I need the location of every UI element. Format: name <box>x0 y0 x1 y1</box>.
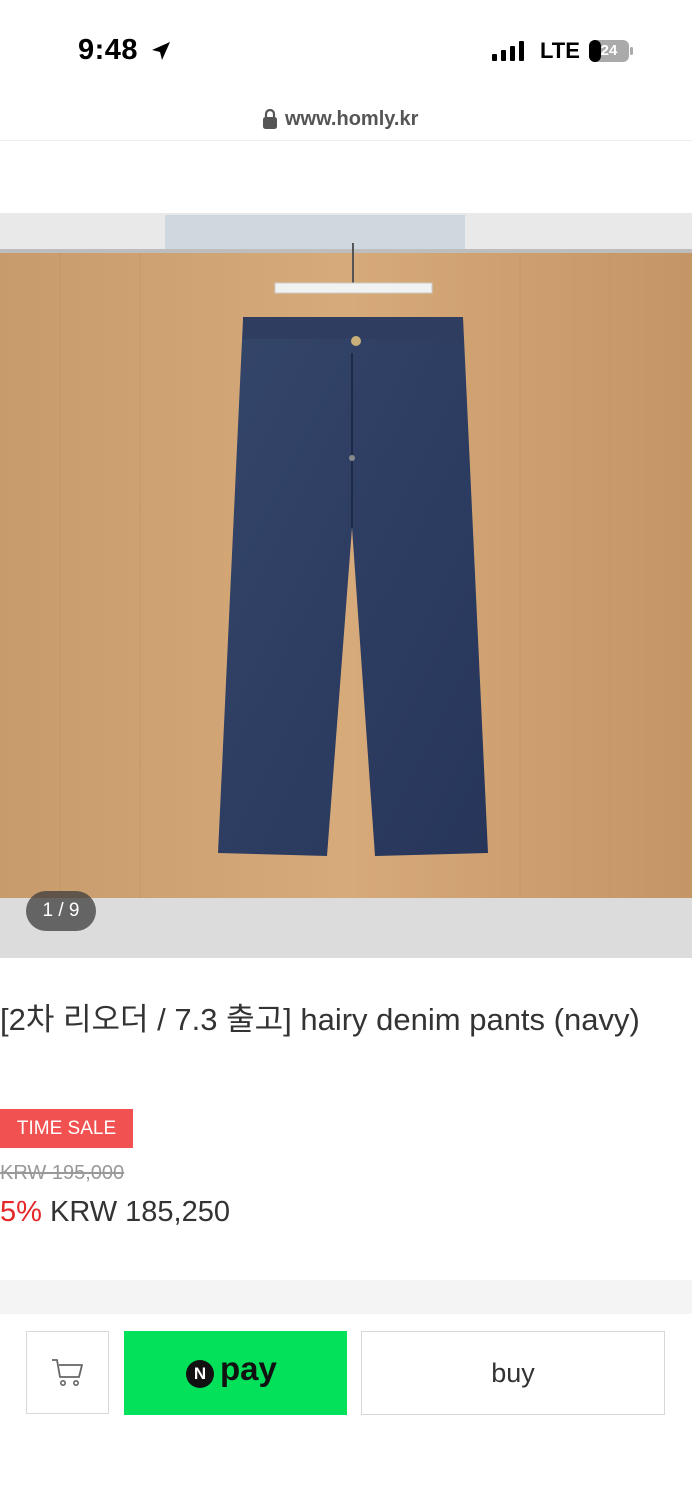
product-image[interactable] <box>0 213 692 958</box>
lock-icon <box>263 108 277 129</box>
status-time: 9:48 <box>78 34 139 66</box>
network-type: LTE <box>540 38 580 63</box>
npay-label: pay <box>220 1350 277 1387</box>
url-text: www.homly.kr <box>285 108 419 130</box>
battery-level: 24 <box>600 42 618 59</box>
npay-logo-icon: N <box>186 1360 214 1388</box>
product-title: [2차 리오더 / 7.3 출고] hairy denim pants (nav… <box>0 1002 640 1037</box>
product-image-graphic <box>0 213 692 958</box>
naver-pay-button[interactable]: N pay <box>124 1331 347 1415</box>
location-arrow-icon <box>152 42 170 60</box>
status-bar: 9:48 LTE 24 <box>0 0 692 100</box>
browser-url-bar[interactable]: www.homly.kr <box>0 100 692 141</box>
buy-button[interactable]: buy <box>361 1331 665 1415</box>
signal-icon <box>492 41 524 61</box>
sale-price: KRW 185,250 <box>49 1196 231 1228</box>
discount-percent: 5% <box>0 1196 42 1228</box>
section-divider <box>0 1280 692 1314</box>
original-price: KRW 195,000 <box>0 1162 125 1184</box>
cart-icon <box>52 1359 83 1386</box>
time-sale-badge: TIME SALE <box>0 1109 133 1148</box>
image-counter: 1 / 9 <box>26 891 96 931</box>
sale-price-row: 5% KRW 185,250 <box>0 1196 230 1229</box>
add-to-cart-button[interactable] <box>26 1331 109 1414</box>
